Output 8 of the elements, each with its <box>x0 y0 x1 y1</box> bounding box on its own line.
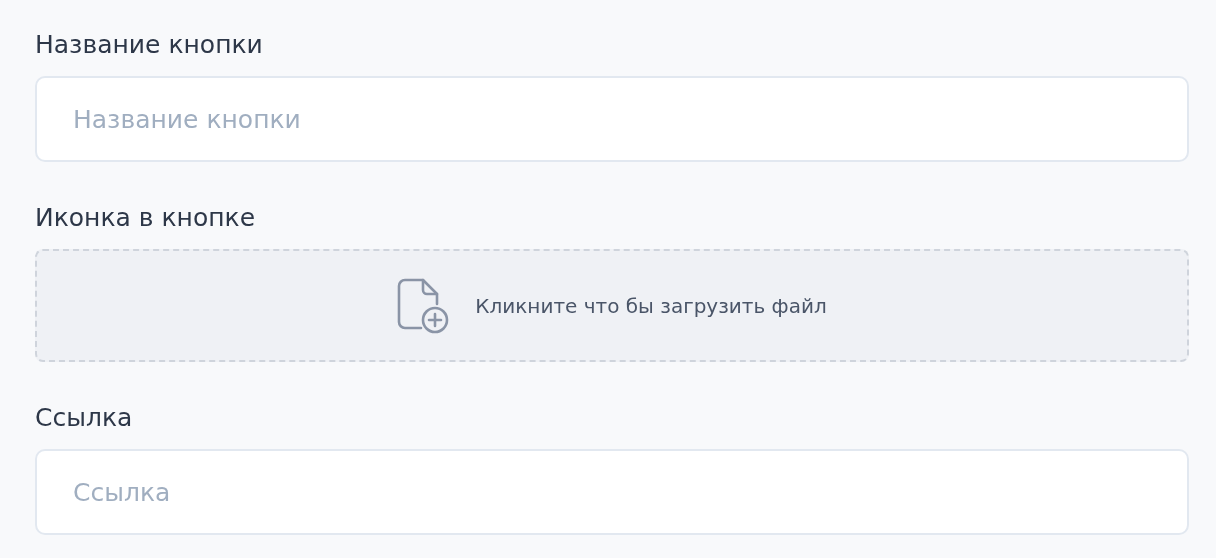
input-field[interactable]: Название кнопки <box>35 76 1189 162</box>
upload-prompt: Кликните что бы загрузить файл <box>475 292 827 320</box>
upload-area[interactable]: Кликните что бы загрузить файл <box>35 249 1189 362</box>
input-field[interactable]: Ссылка <box>35 449 1189 535</box>
field-label: Название кнопки <box>35 29 263 61</box>
field-label: Ссылка <box>35 402 133 434</box>
file-add-icon <box>397 277 450 334</box>
field-label: Иконка в кнопке <box>35 202 256 234</box>
